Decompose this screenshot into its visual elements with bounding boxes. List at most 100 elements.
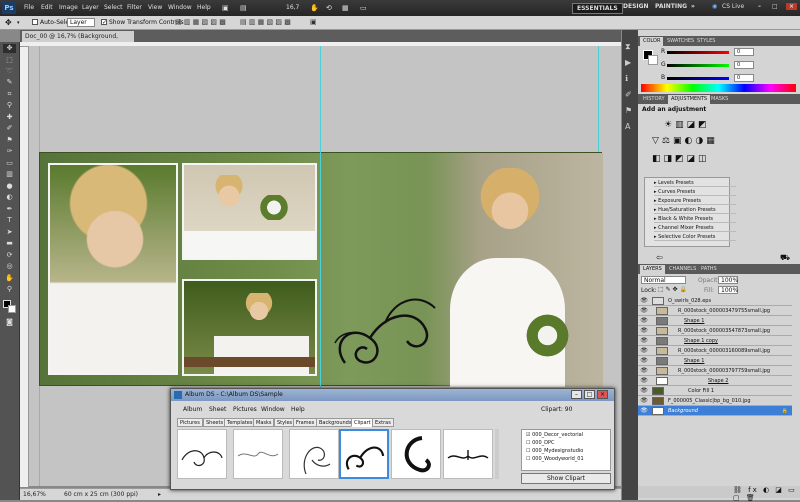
workspace-design[interactable]: DESIGN: [623, 3, 649, 10]
tab-clipart[interactable]: Clipart: [351, 418, 374, 427]
zoom-tool-icon[interactable]: ⚲: [3, 285, 16, 294]
brush-tool-icon[interactable]: ✐: [3, 124, 16, 133]
brush-panel-icon[interactable]: ✐: [625, 90, 632, 99]
tab-color[interactable]: COLOR: [640, 37, 664, 46]
dodge-tool-icon[interactable]: ◐: [3, 193, 16, 202]
tab-masks[interactable]: Masks: [253, 418, 275, 427]
move-tool-icon[interactable]: ✥: [5, 18, 12, 27]
album-menu-sheet[interactable]: Sheet: [209, 406, 226, 413]
eye-icon[interactable]: 👁: [640, 317, 648, 325]
album-menu-window[interactable]: Window: [261, 406, 285, 413]
show-transform-checkbox[interactable]: ✓: [101, 19, 107, 26]
swirl-clipart[interactable]: [325, 283, 445, 378]
green-slider[interactable]: [667, 64, 729, 67]
type-tool-icon[interactable]: T: [3, 216, 16, 225]
eyedropper-tool-icon[interactable]: ⚲: [3, 101, 16, 110]
info-panel-icon[interactable]: ℹ: [625, 74, 628, 83]
menu-layer[interactable]: Layer: [82, 4, 99, 11]
preset-levels[interactable]: ▸ Levels Presets: [654, 180, 736, 187]
clipart-thumbnail[interactable]: [391, 429, 441, 479]
quick-selection-tool-icon[interactable]: ✎: [3, 78, 16, 87]
album-menu-album[interactable]: Album: [183, 406, 202, 413]
tab-paths[interactable]: PATHS: [698, 265, 720, 274]
background-color-swatch[interactable]: [648, 55, 658, 65]
eye-icon[interactable]: 👁: [640, 387, 648, 395]
layer-row-selected[interactable]: 👁 Background 🔒: [638, 406, 792, 416]
hand-tool-icon[interactable]: ✋: [310, 4, 319, 12]
blue-value[interactable]: 0: [734, 74, 754, 82]
eye-icon[interactable]: 👁: [640, 307, 648, 315]
layer-row[interactable]: 👁 Shape 1 copy: [638, 336, 792, 346]
lasso-tool-icon[interactable]: ➰: [3, 67, 16, 76]
shape-tool-icon[interactable]: ▬: [3, 239, 16, 248]
green-value[interactable]: 0: [734, 61, 754, 69]
photo-bride-bench[interactable]: [182, 279, 317, 376]
tab-masks[interactable]: MASKS: [708, 95, 731, 104]
tab-channels[interactable]: CHANNELS: [666, 265, 699, 274]
album-window-titlebar[interactable]: Album DS - C:\Album DS\Sample – □ ×: [171, 389, 614, 401]
move-tool-icon[interactable]: ✥: [3, 44, 16, 53]
3d-rotate-tool-icon[interactable]: ⟳: [3, 251, 16, 260]
3d-camera-tool-icon[interactable]: ◎: [3, 262, 16, 271]
status-arrow-icon[interactable]: ▸: [158, 489, 161, 500]
tool-preset-dropdown-icon[interactable]: ▾: [17, 20, 20, 26]
cslive-label[interactable]: CS Live: [722, 3, 744, 10]
healing-brush-tool-icon[interactable]: ✚: [3, 113, 16, 122]
maximize-icon[interactable]: □: [584, 390, 595, 399]
eye-icon[interactable]: 👁: [640, 297, 648, 305]
history-brush-tool-icon[interactable]: ✑: [3, 147, 16, 156]
photo-bride-veil[interactable]: [425, 153, 603, 387]
arrange-documents-icon[interactable]: ▦: [342, 4, 349, 12]
auto-align-icon[interactable]: ▣: [310, 18, 317, 26]
minibridge-icon[interactable]: ▤: [240, 4, 247, 12]
clipart-thumbnail-selected[interactable]: [339, 429, 389, 479]
maximize-icon[interactable]: □: [772, 3, 778, 10]
rotate-view-icon[interactable]: ⟲: [326, 4, 332, 12]
red-value[interactable]: 0: [734, 48, 754, 56]
close-icon[interactable]: ×: [786, 3, 798, 10]
tab-extras[interactable]: Extras: [372, 418, 394, 427]
layer-row[interactable]: 👁 R_000stock_000003797759small.jpg: [638, 366, 792, 376]
close-icon[interactable]: ×: [597, 390, 608, 399]
tab-layers[interactable]: LAYERS: [640, 265, 665, 274]
tab-swatches[interactable]: SWATCHES: [664, 37, 697, 46]
menu-image[interactable]: Image: [59, 4, 78, 11]
menu-filter[interactable]: Filter: [127, 4, 142, 11]
layer-row[interactable]: 👁 R_000stock_000003547873small.jpg: [638, 326, 792, 336]
workspace-essentials[interactable]: ESSENTIALS: [572, 3, 623, 14]
tab-frames[interactable]: Frames: [293, 418, 318, 427]
fill-input[interactable]: 100%: [718, 286, 738, 294]
clipart-thumbnail[interactable]: [443, 429, 493, 479]
clone-source-panel-icon[interactable]: ⚑: [625, 106, 632, 115]
clipart-thumbnail[interactable]: [233, 429, 283, 479]
adjustment-icons-row-1[interactable]: ☀▥◪◩: [664, 120, 710, 130]
photo-bride-portrait-left[interactable]: [48, 163, 178, 375]
tab-pictures[interactable]: Pictures: [177, 418, 203, 427]
auto-select-dropdown[interactable]: Layer: [67, 18, 95, 27]
list-item[interactable]: ☑ 000_Decor_vectorial: [526, 432, 583, 438]
marquee-tool-icon[interactable]: ⬚: [3, 56, 16, 65]
tab-sheets[interactable]: Sheets: [203, 418, 227, 427]
clone-stamp-tool-icon[interactable]: ⚑: [3, 136, 16, 145]
list-item[interactable]: ☐ 000_Mydesignstudio: [526, 448, 583, 454]
layer-row[interactable]: 👁 F_000005_Classic|bp_bg_010.jpg: [638, 396, 792, 406]
tab-templates[interactable]: Templates: [224, 418, 256, 427]
menu-help[interactable]: Help: [197, 4, 211, 11]
eye-icon[interactable]: 👁: [640, 337, 648, 345]
lock-icons[interactable]: ⬚ ✎ ✥ 🔒: [658, 286, 687, 293]
eye-icon[interactable]: 👁: [640, 347, 648, 355]
album-menu-pictures[interactable]: Pictures: [233, 406, 257, 413]
red-slider[interactable]: [667, 51, 729, 54]
pen-tool-icon[interactable]: ✒: [3, 205, 16, 214]
adjustment-clip-icon[interactable]: ⛟: [780, 253, 790, 263]
blur-tool-icon[interactable]: ●: [3, 182, 16, 191]
layer-row[interactable]: 👁 R_000stock_000003479755small.jpg: [638, 306, 792, 316]
blend-mode-dropdown[interactable]: Normal: [641, 276, 686, 284]
layer-row[interactable]: 👁 Shape 1: [638, 356, 792, 366]
photo-bride-bouquet[interactable]: [182, 163, 317, 260]
document-tab[interactable]: Doc_00 @ 16,7% (Background, RGB/8)×: [22, 31, 134, 51]
tab-styles[interactable]: Styles: [274, 418, 296, 427]
album-menu-help[interactable]: Help: [291, 406, 305, 413]
menu-view[interactable]: View: [148, 4, 162, 11]
preset-curves[interactable]: ▸ Curves Presets: [654, 189, 736, 196]
